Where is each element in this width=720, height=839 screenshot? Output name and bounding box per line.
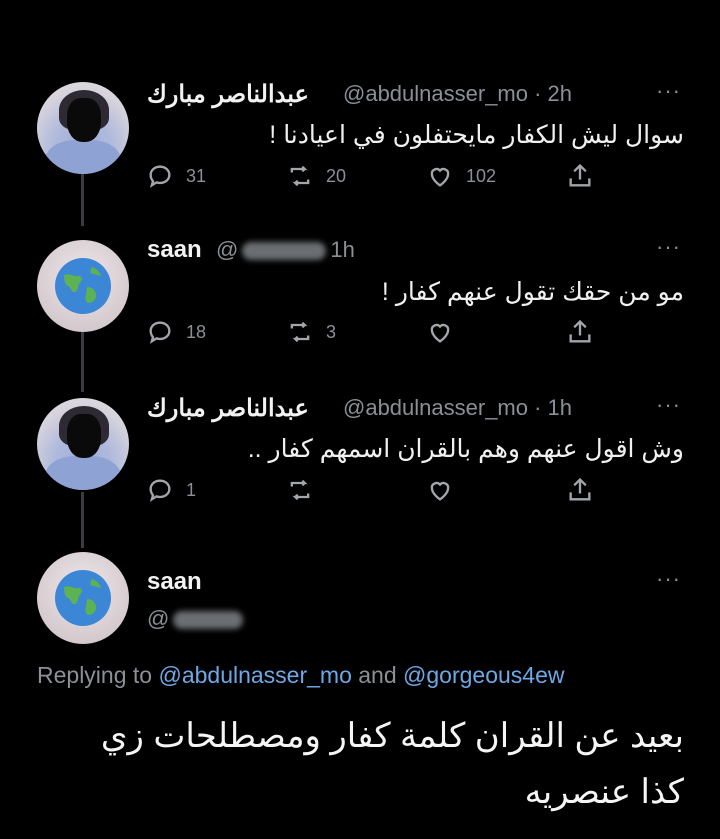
like-icon xyxy=(430,481,450,501)
retweet-count: 20 xyxy=(326,165,347,186)
like-icon xyxy=(430,167,450,187)
like-count: 102 xyxy=(466,165,497,186)
main-tweet-text-line2: كذا عنصريه xyxy=(524,773,684,811)
reply-button[interactable]: 18 xyxy=(146,318,206,346)
blurred-username xyxy=(242,242,327,261)
reply-icon xyxy=(149,479,171,502)
share-icon xyxy=(569,477,591,501)
display-name[interactable]: عبدالناصر مبارك xyxy=(147,394,309,423)
retweet-icon xyxy=(290,165,310,187)
retweet-button[interactable]: 20 xyxy=(286,162,346,190)
thread-line xyxy=(81,492,84,548)
like-button[interactable] xyxy=(426,318,466,346)
username-timestamp[interactable]: @1h xyxy=(216,237,355,263)
reply-count: 1 xyxy=(186,479,197,500)
retweet-button[interactable] xyxy=(286,476,326,504)
username-timestamp[interactable]: @abdulnasser_mo · 1h xyxy=(343,395,572,421)
more-options-icon[interactable]: ··· xyxy=(656,566,681,592)
retweet-icon xyxy=(290,321,310,343)
avatar[interactable] xyxy=(37,398,129,490)
mention-link[interactable]: @abdulnasser_mo xyxy=(158,662,351,688)
reply-button[interactable]: 31 xyxy=(146,162,206,190)
like-icon xyxy=(430,323,450,343)
retweet-count: 3 xyxy=(326,321,337,342)
thread-line xyxy=(81,332,84,392)
blurred-username xyxy=(173,611,244,630)
like-button[interactable]: 102 xyxy=(426,162,496,190)
tweet-text: وش اقول عنهم وهم بالقران اسمهم كفار .. xyxy=(247,435,684,463)
tweet-text: سوال ليش الكفار مايحتفلون في اعيادنا ! xyxy=(269,121,684,149)
retweet-icon xyxy=(290,479,310,501)
more-options-icon[interactable]: ··· xyxy=(656,78,681,104)
share-button[interactable] xyxy=(566,318,606,346)
mention-link[interactable]: @gorgeous4ew xyxy=(403,662,564,688)
globe-icon xyxy=(55,570,111,626)
share-button[interactable] xyxy=(566,476,606,504)
avatar[interactable] xyxy=(37,82,129,174)
globe-icon xyxy=(55,258,111,314)
replying-to: Replying to @abdulnasser_mo and @gorgeou… xyxy=(37,662,565,688)
avatar[interactable] xyxy=(37,552,129,644)
reply-icon xyxy=(149,321,171,344)
like-button[interactable] xyxy=(426,476,466,504)
main-tweet-text-line1: بعيد عن القران كلمة كفار ومصطلحات زي xyxy=(100,717,684,755)
username-timestamp[interactable]: @abdulnasser_mo · 2h xyxy=(343,81,572,107)
display-name[interactable]: عبدالناصر مبارك xyxy=(147,80,309,109)
reply-count: 31 xyxy=(186,165,207,186)
retweet-button[interactable]: 3 xyxy=(286,318,336,346)
avatar[interactable] xyxy=(37,240,129,332)
reply-button[interactable]: 1 xyxy=(146,476,196,504)
display-name[interactable]: saan xyxy=(147,236,202,264)
username[interactable]: @ xyxy=(147,606,247,632)
more-options-icon[interactable]: ··· xyxy=(656,234,681,260)
more-options-icon[interactable]: ··· xyxy=(656,392,681,418)
reply-icon xyxy=(149,165,171,188)
reply-count: 18 xyxy=(186,321,207,342)
share-icon xyxy=(569,163,591,187)
tweet-text: مو من حقك تقول عنهم كفار ! xyxy=(381,278,684,306)
display-name[interactable]: saan xyxy=(147,568,202,596)
share-button[interactable] xyxy=(566,162,606,190)
share-icon xyxy=(569,319,591,343)
